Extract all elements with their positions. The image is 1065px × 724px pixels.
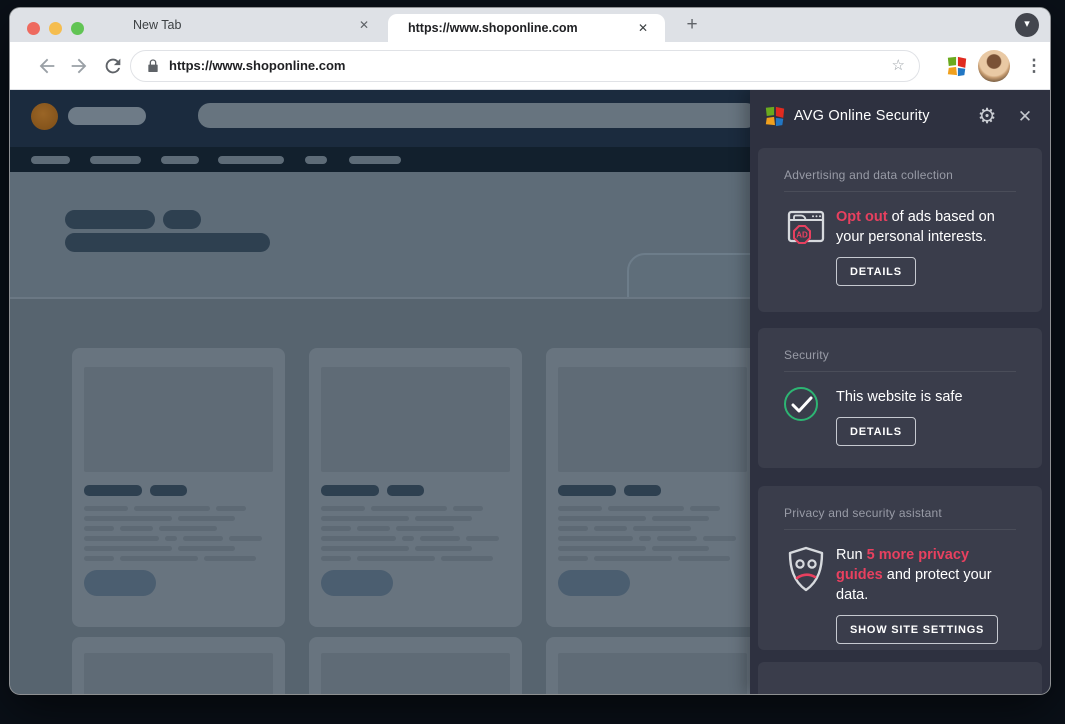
tab-strip: New Tab ✕ https://www.shoponline.com ✕ +… bbox=[10, 8, 1050, 42]
page-content: AVG Online Security ⚙ ✕ Advertising and … bbox=[10, 90, 1050, 694]
image-placeholder bbox=[558, 653, 747, 694]
avg-logo-icon bbox=[764, 105, 786, 127]
chevron-down-icon[interactable]: ▾ bbox=[1015, 13, 1039, 37]
divider bbox=[784, 529, 1016, 530]
browser-window: New Tab ✕ https://www.shoponline.com ✕ +… bbox=[10, 8, 1050, 694]
url-text[interactable]: https://www.shoponline.com bbox=[169, 51, 345, 81]
forward-icon[interactable] bbox=[68, 55, 90, 77]
image-placeholder bbox=[321, 367, 510, 472]
price-placeholder bbox=[624, 485, 661, 496]
title-placeholder bbox=[163, 210, 201, 229]
divider bbox=[784, 191, 1016, 192]
nav-placeholder bbox=[218, 156, 284, 164]
button-placeholder bbox=[84, 570, 156, 596]
gear-icon[interactable]: ⚙ bbox=[974, 104, 1000, 130]
text-placeholder-lines bbox=[558, 506, 747, 566]
text-placeholder-lines bbox=[84, 506, 273, 566]
site-search-placeholder bbox=[198, 103, 758, 128]
bookmark-star-icon[interactable]: ☆ bbox=[892, 51, 905, 81]
price-placeholder bbox=[150, 485, 187, 496]
title-placeholder bbox=[65, 210, 155, 229]
lock-icon bbox=[145, 58, 161, 74]
site-logo bbox=[31, 103, 58, 130]
product-card bbox=[72, 637, 285, 694]
details-button[interactable]: DETAILS bbox=[836, 417, 916, 446]
image-placeholder bbox=[321, 653, 510, 694]
panel-card-privacy: Privacy and security asistant Run 5 more… bbox=[758, 486, 1042, 650]
back-icon[interactable] bbox=[36, 55, 58, 77]
panel-title: AVG Online Security bbox=[794, 90, 930, 142]
show-site-settings-button[interactable]: SHOW SITE SETTINGS bbox=[836, 615, 998, 644]
panel-card-security: Security This website is safe DETAILS bbox=[758, 328, 1042, 468]
subtitle-placeholder bbox=[65, 233, 270, 252]
card-text: Opt out of ads based on your personal in… bbox=[836, 207, 1016, 247]
window-minimize-button[interactable] bbox=[49, 22, 62, 35]
tab-shoponline[interactable]: https://www.shoponline.com ✕ bbox=[388, 14, 665, 42]
placeholder-pill bbox=[68, 107, 146, 125]
avg-security-panel: AVG Online Security ⚙ ✕ Advertising and … bbox=[750, 90, 1050, 694]
nav-placeholder bbox=[31, 156, 70, 164]
product-card bbox=[546, 348, 759, 627]
window-close-button[interactable] bbox=[27, 22, 40, 35]
image-placeholder bbox=[84, 367, 273, 472]
image-placeholder bbox=[558, 367, 747, 472]
browser-toolbar: https://www.shoponline.com ☆ ⋮ bbox=[10, 42, 1050, 90]
product-card bbox=[309, 348, 522, 627]
profile-avatar[interactable] bbox=[978, 50, 1010, 82]
address-bar[interactable]: https://www.shoponline.com ☆ bbox=[130, 50, 920, 82]
panel-card-partial bbox=[758, 662, 1042, 694]
details-button[interactable]: DETAILS bbox=[836, 257, 916, 286]
product-card bbox=[309, 637, 522, 694]
safe-check-icon bbox=[784, 387, 836, 446]
button-placeholder bbox=[321, 570, 393, 596]
tab-close-icon[interactable]: ✕ bbox=[354, 8, 374, 42]
nav-placeholder bbox=[349, 156, 401, 164]
card-text: This website is safe bbox=[836, 387, 1016, 407]
tab-label: https://www.shoponline.com bbox=[408, 14, 578, 42]
tab-new-tab[interactable]: New Tab ✕ bbox=[105, 8, 388, 42]
card-heading: Security bbox=[784, 348, 1016, 362]
avg-extension-icon[interactable] bbox=[946, 55, 968, 77]
card-text: Run 5 more privacy guides and protect yo… bbox=[836, 545, 1016, 605]
button-placeholder bbox=[558, 570, 630, 596]
card-heading: Advertising and data collection bbox=[784, 168, 1016, 182]
product-card bbox=[546, 637, 759, 694]
new-tab-button[interactable]: + bbox=[678, 11, 706, 39]
sad-shield-icon bbox=[784, 545, 836, 644]
nav-placeholder bbox=[161, 156, 199, 164]
product-card bbox=[72, 348, 285, 627]
tab-close-icon[interactable]: ✕ bbox=[633, 14, 653, 42]
nav-placeholder bbox=[305, 156, 327, 164]
nav-placeholder bbox=[90, 156, 141, 164]
card-heading: Privacy and security asistant bbox=[784, 506, 1016, 520]
panel-header: AVG Online Security ⚙ ✕ bbox=[750, 90, 1050, 142]
tab-label: New Tab bbox=[133, 8, 181, 42]
window-zoom-button[interactable] bbox=[71, 22, 84, 35]
ad-blocker-icon: AD bbox=[784, 207, 836, 286]
kebab-menu-icon[interactable]: ⋮ bbox=[1024, 54, 1044, 78]
ad-label: AD bbox=[796, 231, 808, 240]
image-placeholder bbox=[84, 653, 273, 694]
divider bbox=[784, 371, 1016, 372]
text-placeholder-lines bbox=[321, 506, 510, 566]
price-placeholder bbox=[321, 485, 379, 496]
price-placeholder bbox=[558, 485, 616, 496]
price-placeholder bbox=[84, 485, 142, 496]
reload-icon[interactable] bbox=[102, 55, 124, 77]
close-icon[interactable]: ✕ bbox=[1012, 104, 1038, 130]
panel-card-advertising: Advertising and data collection AD bbox=[758, 148, 1042, 312]
price-placeholder bbox=[387, 485, 424, 496]
